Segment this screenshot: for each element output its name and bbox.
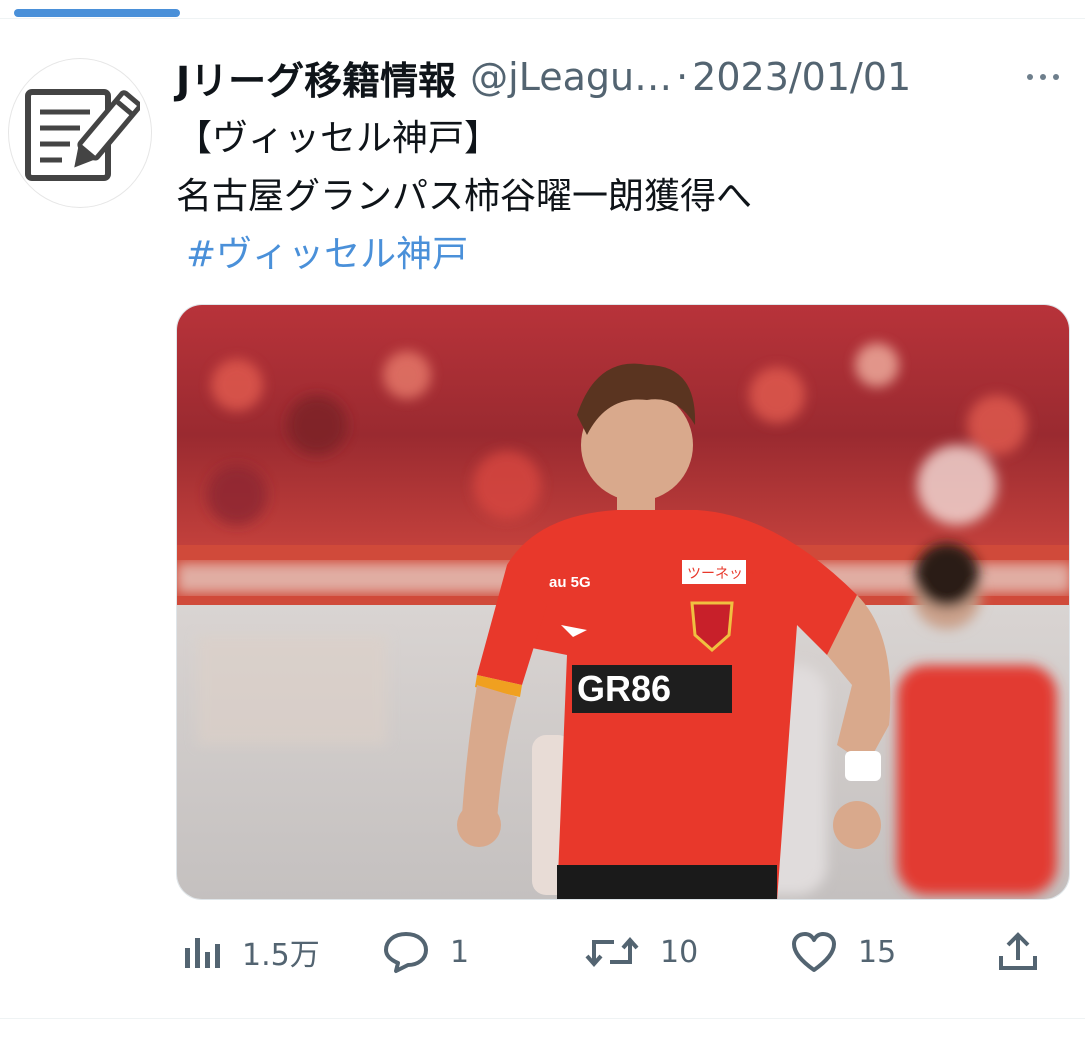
reply-button[interactable]: 1: [382, 920, 469, 984]
retweet-button[interactable]: 10: [584, 920, 698, 984]
reply-bubble-icon: [384, 932, 428, 973]
bottom-divider: [0, 1018, 1085, 1019]
heart-icon: [792, 932, 836, 972]
soccer-player-photo: GR86 ツーネット au 5G: [177, 305, 1069, 899]
jersey-sleeve-text: au 5G: [549, 574, 591, 591]
avatar[interactable]: [8, 58, 152, 208]
user-handle[interactable]: @jLeagu…: [470, 55, 672, 99]
views-count: 1.5万: [242, 938, 320, 973]
share-button[interactable]: [996, 920, 1040, 984]
tweet-text-line: 【ヴィッセル神戸】: [176, 118, 501, 159]
like-button[interactable]: 15: [790, 920, 896, 984]
top-divider: [0, 18, 1085, 19]
share-upload-icon: [999, 932, 1037, 970]
tweet-text-line: 名古屋グランパス柿谷曜一朗獲得へ: [176, 176, 753, 217]
jersey-patch-text: ツーネット: [687, 565, 757, 581]
display-name[interactable]: Jリーグ移籍情報: [176, 50, 456, 105]
document-pencil-icon: [25, 89, 140, 181]
tweet-photo[interactable]: GR86 ツーネット au 5G: [176, 304, 1070, 900]
jersey-sponsor-text: GR86: [577, 668, 671, 709]
views-bar-chart-icon: [185, 938, 220, 968]
retweet-count: 10: [660, 934, 699, 970]
hashtag-link[interactable]: #ヴィッセル神戸: [186, 226, 1056, 284]
tweet-header: Jリーグ移籍情報 @jLeagu… · 2023/01/01: [176, 50, 1066, 105]
separator-dot: ·: [676, 55, 689, 99]
more-options-icon[interactable]: [1018, 62, 1068, 92]
like-count: 15: [858, 934, 897, 970]
tweet-actions-bar: 1.5万 1 10 15: [176, 920, 1066, 984]
reply-count: 1: [450, 934, 470, 970]
tweet-date[interactable]: 2023/01/01: [692, 55, 911, 99]
views-button[interactable]: 1.5万: [182, 920, 320, 984]
scroll-progress-bar: [14, 9, 180, 17]
tweet-body: 【ヴィッセル神戸】 名古屋グランパス柿谷曜一朗獲得へ #ヴィッセル神戸: [176, 110, 1056, 284]
retweet-icon: [585, 936, 639, 968]
